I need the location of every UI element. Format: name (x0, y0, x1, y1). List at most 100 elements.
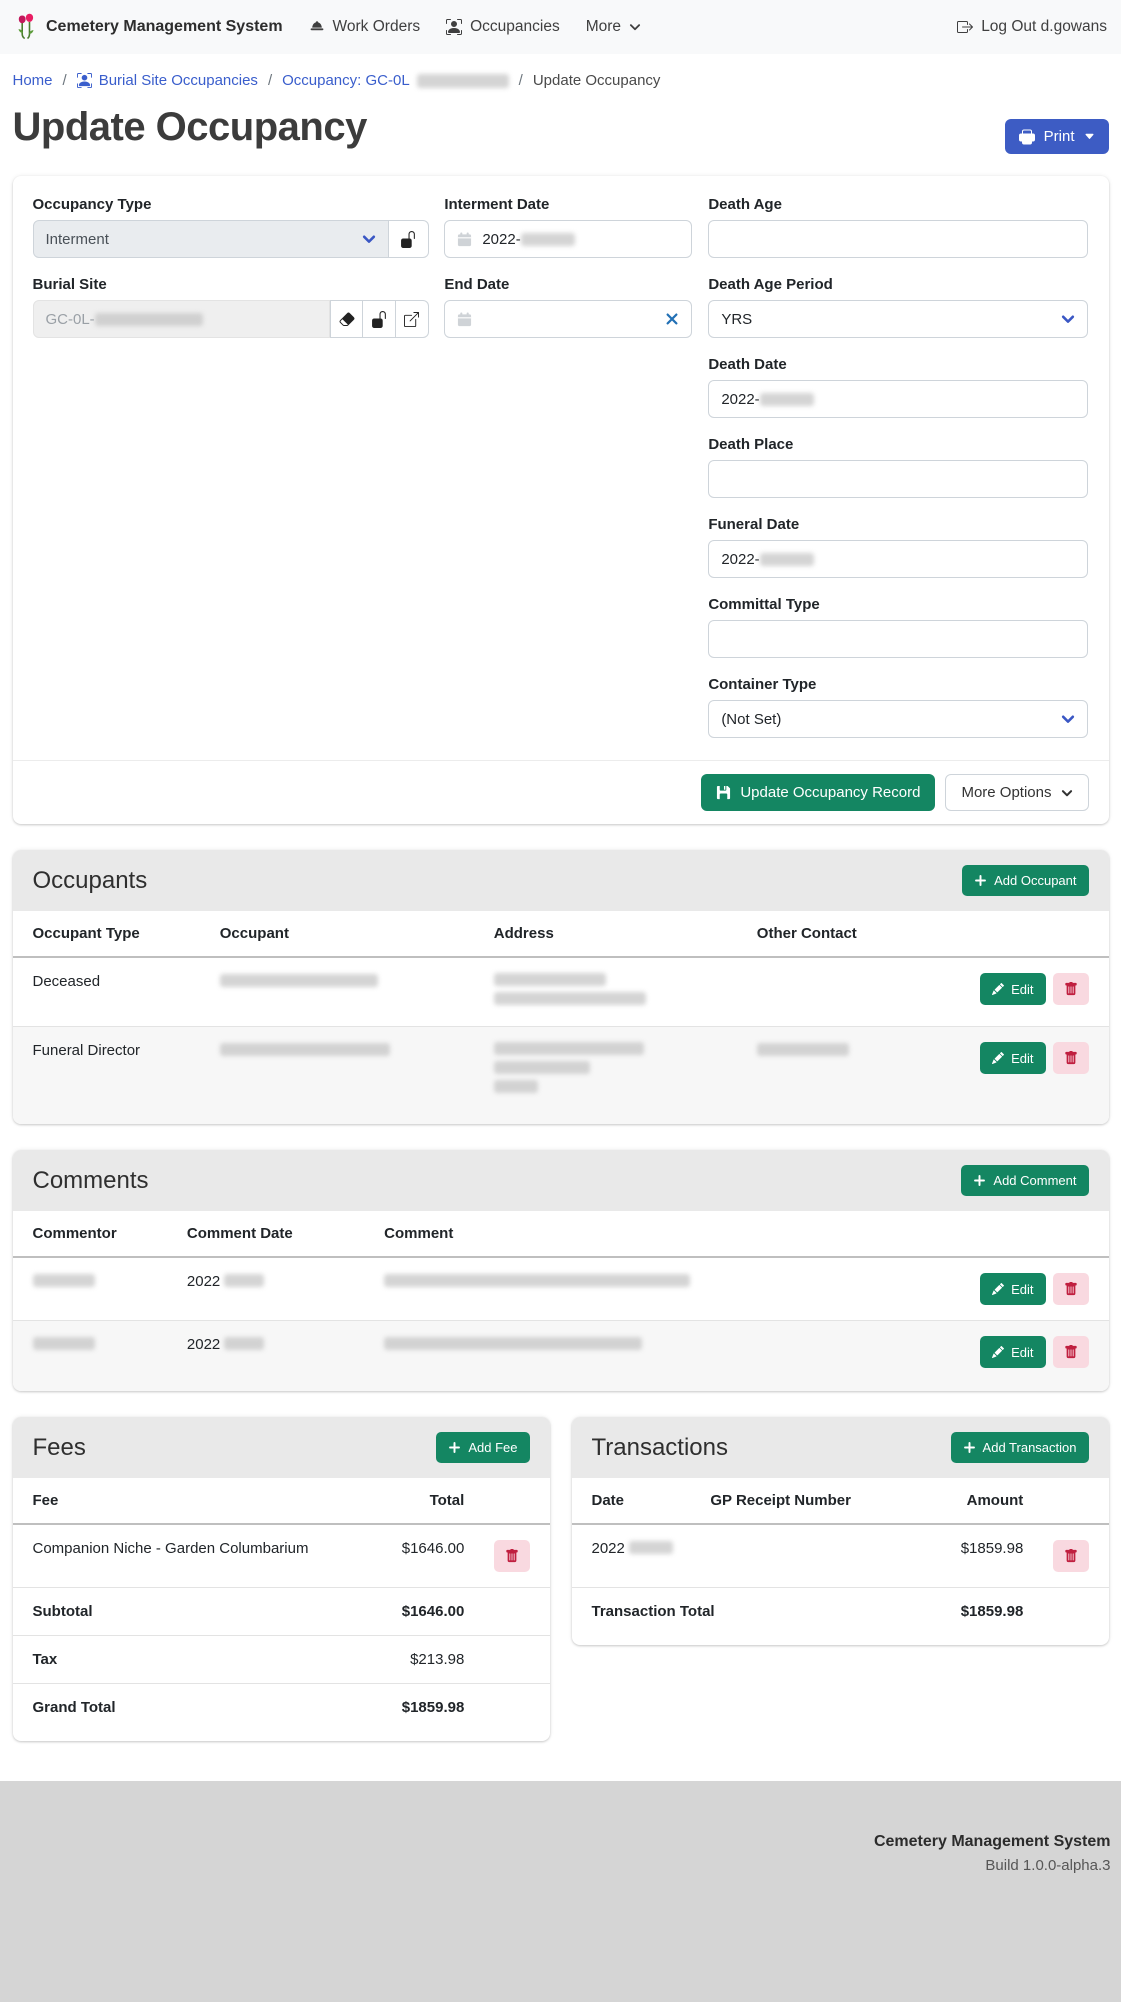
box-arrow-up-right-icon (404, 312, 419, 327)
hard-hat-icon (309, 19, 325, 35)
edit-label: Edit (1011, 1282, 1033, 1297)
column-header: Address (484, 911, 747, 957)
death-date-label: Death Date (708, 356, 1088, 373)
death-age-period-select[interactable]: YRS (708, 300, 1088, 338)
delete-occupant-button[interactable] (1053, 1042, 1089, 1074)
chevron-down-icon (1061, 787, 1073, 799)
add-fee-button[interactable]: Add Fee (436, 1432, 529, 1463)
nav-item-work-orders[interactable]: Work Orders (309, 18, 421, 36)
pencil-icon (992, 983, 1004, 995)
edit-occupant-button[interactable]: Edit (980, 1042, 1045, 1074)
table-row: Companion Niche - Garden Columbarium $16… (13, 1524, 550, 1588)
calendar-icon (457, 232, 472, 247)
add-transaction-label: Add Transaction (983, 1440, 1077, 1455)
column-header: Total (345, 1478, 474, 1524)
redacted-value (494, 1061, 590, 1074)
add-occupant-button[interactable]: Add Occupant (962, 865, 1088, 896)
burial-site-open-button[interactable] (396, 300, 429, 338)
page-title: Update Occupancy (13, 105, 367, 150)
delete-comment-button[interactable] (1053, 1273, 1089, 1305)
edit-comment-button[interactable]: Edit (980, 1273, 1045, 1305)
add-comment-label: Add Comment (993, 1173, 1076, 1188)
brand-title: Cemetery Management System (46, 18, 283, 36)
delete-transaction-button[interactable] (1053, 1540, 1089, 1572)
container-type-select[interactable]: (Not Set) (708, 700, 1088, 738)
delete-fee-button[interactable] (494, 1540, 530, 1572)
end-date-input[interactable] (444, 300, 692, 338)
column-header: Other Contact (747, 911, 966, 957)
breadcrumb: Home / Burial Site Occupancies / Occupan… (13, 54, 1109, 95)
add-fee-label: Add Fee (468, 1440, 517, 1455)
redacted-value (384, 1337, 642, 1350)
trash-icon (1064, 1345, 1078, 1359)
column-header: Occupant (210, 911, 484, 957)
edit-occupant-button[interactable]: Edit (980, 973, 1045, 1005)
occupancy-type-label: Occupancy Type (33, 196, 429, 213)
death-place-input[interactable] (708, 460, 1088, 498)
print-button[interactable]: Print (1005, 119, 1109, 154)
transaction-total-value: $1859.98 (904, 1588, 1033, 1636)
unlock-icon (371, 311, 388, 328)
breadcrumb-burial-site-occupancies[interactable]: Burial Site Occupancies (77, 72, 258, 89)
table-row: Funeral Director (13, 1027, 1109, 1115)
add-occupant-label: Add Occupant (994, 873, 1076, 888)
death-age-label: Death Age (708, 196, 1088, 213)
occupancy-form-card: Occupancy Type Interment (13, 176, 1109, 824)
redacted-value (224, 1337, 264, 1350)
calendar-icon (457, 312, 472, 327)
update-occupancy-record-button[interactable]: Update Occupancy Record (701, 774, 935, 811)
breadcrumb-occupancy[interactable]: Occupancy: GC-0L (282, 72, 509, 89)
redacted-value (95, 313, 203, 326)
burial-site-clear-button[interactable] (330, 300, 363, 338)
burial-site-label: Burial Site (33, 276, 429, 293)
tulips-logo-icon (14, 13, 38, 41)
transaction-amount-cell: $1859.98 (904, 1524, 1033, 1588)
occupancy-type-select[interactable]: Interment (33, 220, 390, 258)
transaction-total-label: Transaction Total (572, 1588, 905, 1636)
column-header: Occupant Type (13, 911, 210, 957)
end-date-clear-button[interactable] (665, 312, 679, 326)
nav-item-more[interactable]: More (586, 18, 641, 36)
burial-site-lock-button[interactable] (363, 300, 396, 338)
comments-table: Commentor Comment Date Comment 2022 (13, 1211, 1109, 1391)
printer-icon (1019, 129, 1035, 145)
footer-title: Cemetery Management System (11, 1833, 1111, 1851)
breadcrumb-separator: / (63, 72, 67, 89)
page-footer: Cemetery Management System Build 1.0.0-a… (0, 1781, 1121, 2002)
redacted-value (494, 973, 606, 986)
top-navbar: Cemetery Management System Work Orders O… (0, 0, 1121, 54)
fees-section: Fees Add Fee Fee Total (13, 1417, 550, 1741)
table-row: Transaction Total $1859.98 (572, 1588, 1109, 1636)
nav-item-occupancies[interactable]: Occupancies (446, 18, 560, 36)
redacted-value (760, 393, 814, 406)
fees-title: Fees (33, 1434, 86, 1462)
death-age-input[interactable] (708, 220, 1088, 258)
eraser-icon (339, 311, 355, 327)
burial-site-value-prefix: GC-0L- (46, 311, 95, 328)
death-date-input[interactable]: 2022- (708, 380, 1088, 418)
delete-occupant-button[interactable] (1053, 973, 1089, 1005)
breadcrumb-home[interactable]: Home (13, 72, 53, 89)
tax-label: Tax (13, 1636, 346, 1684)
chevron-down-icon (1061, 712, 1075, 726)
add-transaction-button[interactable]: Add Transaction (951, 1432, 1089, 1463)
funeral-date-input[interactable]: 2022- (708, 540, 1088, 578)
caret-down-icon (1084, 131, 1095, 142)
edit-comment-button[interactable]: Edit (980, 1336, 1045, 1368)
more-options-button[interactable]: More Options (945, 774, 1088, 811)
occupancy-type-lock-button[interactable] (389, 220, 428, 258)
brand[interactable]: Cemetery Management System (14, 13, 283, 41)
logout-button[interactable]: Log Out d.gowans (957, 18, 1107, 36)
plus-icon (973, 1174, 986, 1187)
edit-label: Edit (1011, 982, 1033, 997)
delete-comment-button[interactable] (1053, 1336, 1089, 1368)
interment-date-input[interactable]: 2022- (444, 220, 692, 258)
occupant-type-cell: Deceased (13, 957, 210, 1027)
committal-type-input[interactable] (708, 620, 1088, 658)
pencil-icon (992, 1283, 1004, 1295)
subtotal-label: Subtotal (13, 1588, 346, 1636)
column-header: Commentor (13, 1211, 177, 1257)
breadcrumb-separator: / (519, 72, 523, 89)
add-comment-button[interactable]: Add Comment (961, 1165, 1088, 1196)
interment-date-value-prefix: 2022- (482, 231, 520, 248)
